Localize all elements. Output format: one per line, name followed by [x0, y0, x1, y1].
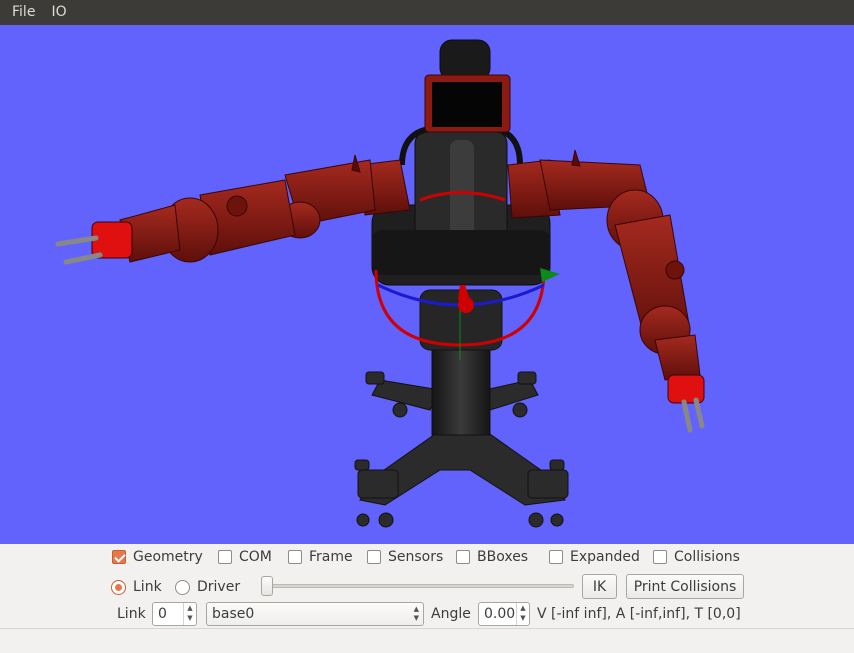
angle-slider-track[interactable] — [262, 584, 574, 588]
status-bar — [0, 628, 854, 653]
angle-spinbox[interactable]: 0.00 ▲ ▼ — [478, 602, 530, 626]
link-radio[interactable] — [111, 579, 126, 595]
bboxes-checkbox[interactable] — [456, 550, 470, 564]
sensors-label: Sensors — [388, 549, 444, 565]
expanded-checkbox[interactable] — [549, 550, 563, 564]
collisions-checkbox[interactable] — [653, 550, 667, 564]
driver-radio[interactable] — [175, 579, 190, 595]
com-checkbox[interactable] — [218, 550, 232, 564]
com-label: COM — [239, 549, 272, 565]
print-collisions-button[interactable]: Print Collisions — [626, 574, 744, 599]
link-name-select[interactable]: base0 ▲ ▼ — [206, 602, 424, 626]
link-radio-label: Link — [133, 579, 162, 595]
menu-io[interactable]: IO — [43, 0, 74, 25]
spin-arrows-icon[interactable]: ▲ ▼ — [183, 603, 196, 625]
expanded-option[interactable]: Expanded — [549, 547, 640, 567]
driver-radio-label: Driver — [197, 579, 241, 595]
link-mode-option[interactable]: Link — [111, 577, 162, 597]
right-gripper-fingers — [681, 397, 705, 433]
left-arm — [91, 154, 411, 263]
link-index-spinbox[interactable]: 0 ▲ ▼ — [152, 602, 197, 626]
bboxes-option[interactable]: BBoxes — [456, 547, 528, 567]
driver-mode-option[interactable]: Driver — [175, 577, 240, 597]
angle-slider-handle[interactable] — [261, 576, 273, 596]
link-label: Link — [117, 606, 146, 622]
robot-render — [55, 39, 705, 528]
geometry-label: Geometry — [133, 549, 203, 565]
menu-bar: File IO — [0, 0, 854, 25]
frame-label: Frame — [309, 549, 353, 565]
sensors-option[interactable]: Sensors — [367, 547, 443, 567]
com-option[interactable]: COM — [218, 547, 272, 567]
menu-file[interactable]: File — [4, 0, 43, 25]
geometry-checkbox[interactable] — [112, 550, 126, 564]
geometry-option[interactable]: Geometry — [112, 547, 203, 567]
angle-value: 0.00 — [484, 606, 516, 622]
expanded-label: Expanded — [570, 549, 640, 565]
sensors-checkbox[interactable] — [367, 550, 381, 564]
angle-label: Angle — [431, 606, 471, 622]
link-index-value: 0 — [158, 606, 167, 622]
collisions-label: Collisions — [674, 549, 740, 565]
frame-option[interactable]: Frame — [288, 547, 353, 567]
frame-checkbox[interactable] — [288, 550, 302, 564]
link-name-value: base0 — [212, 606, 255, 622]
collisions-option[interactable]: Collisions — [653, 547, 740, 567]
combo-arrows-icon: ▲ ▼ — [413, 605, 419, 622]
3d-viewport[interactable] — [0, 25, 854, 544]
bboxes-label: BBoxes — [477, 549, 529, 565]
limits-info: V [-inf inf], A [-inf,inf], T [0,0] — [537, 606, 741, 622]
spin-arrows-icon[interactable]: ▲ ▼ — [516, 603, 529, 625]
ik-button[interactable]: IK — [582, 574, 617, 599]
